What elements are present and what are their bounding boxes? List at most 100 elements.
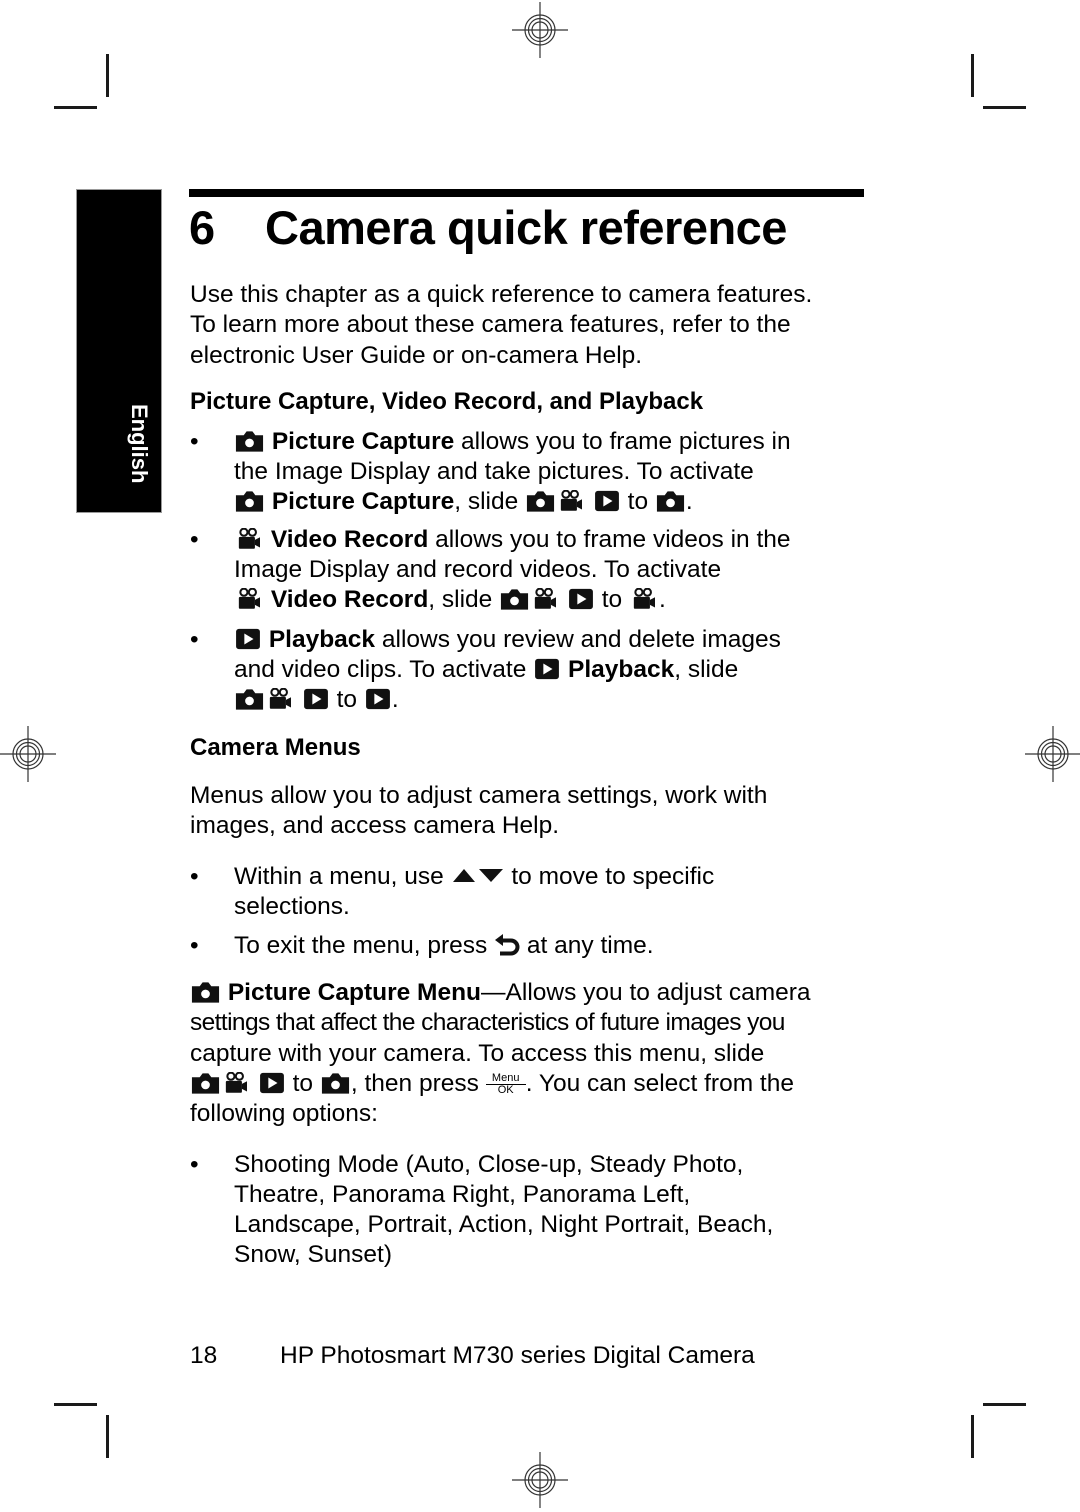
play-icon — [567, 588, 595, 610]
crop-mark — [983, 106, 1026, 109]
text: at any time. — [520, 932, 654, 959]
text: Shooting Mode (Auto, Close-up, Steady Ph… — [234, 1151, 744, 1178]
intro-paragraph: Use this chapter as a quick reference to… — [190, 280, 812, 371]
camera-icon — [525, 490, 556, 512]
camera-icon — [190, 1072, 221, 1094]
crop-mark — [54, 1403, 97, 1406]
chapter-title: 6 Camera quick reference — [189, 200, 787, 255]
text: . — [685, 488, 693, 515]
video-camera-icon — [556, 490, 586, 512]
back-arrow-icon — [494, 933, 520, 957]
text: Menus allow you to adjust camera setting… — [190, 782, 768, 809]
chapter-number: 6 — [189, 201, 215, 254]
page-number: 18 — [190, 1342, 218, 1369]
text: to move to specific — [504, 863, 715, 890]
mode-name: Picture Capture — [271, 428, 455, 455]
mode-name: Playback — [268, 626, 376, 653]
mode-name: Video Record — [270, 526, 429, 553]
footer-product: HP Photosmart M730 series Digital Camera — [280, 1342, 755, 1369]
text: to — [620, 488, 655, 515]
text: Within a menu, use — [234, 863, 451, 890]
picture-capture-menu-paragraph: Picture Capture Menu—Allows you to adjus… — [190, 978, 870, 1129]
video-camera-icon — [265, 688, 295, 710]
play-icon — [533, 658, 561, 680]
camera-icon — [499, 588, 530, 610]
text: Image Display and record videos. To acti… — [234, 556, 722, 583]
text: Landscape, Portrait, Action, Night Portr… — [234, 1211, 774, 1238]
registration-mark-icon — [512, 1452, 568, 1508]
text: images, and access camera Help. — [190, 812, 560, 840]
camera-icon — [320, 1072, 351, 1094]
language-tab-label: English — [127, 404, 152, 484]
text: To exit the menu, press — [234, 932, 495, 959]
play-icon — [302, 688, 330, 710]
intro-line: Use this chapter as a quick reference to… — [190, 281, 813, 308]
text: Theatre, Panorama Right, Panorama Left, — [234, 1181, 691, 1208]
text: , slide — [428, 586, 500, 613]
camera-icon — [234, 688, 265, 710]
text: to — [329, 686, 364, 713]
text: following options: — [190, 1100, 378, 1128]
bullet: • — [190, 1151, 199, 1178]
text: allows you review and delete images — [375, 626, 781, 653]
ok-label: OK — [497, 1083, 514, 1096]
mode-name: Video Record — [270, 586, 429, 613]
registration-mark-icon — [512, 2, 568, 58]
play-icon — [234, 628, 262, 650]
text: allows you to frame pictures in — [454, 428, 791, 455]
crop-mark — [106, 54, 109, 97]
video-camera-icon — [530, 588, 560, 610]
crop-mark — [106, 1415, 109, 1458]
text: settings that affect the characteristics… — [190, 1009, 785, 1037]
mode-name: Playback — [567, 656, 675, 683]
crop-mark — [983, 1403, 1026, 1406]
intro-line: To learn more about these camera feature… — [190, 311, 791, 339]
play-icon — [364, 688, 392, 710]
chapter-title-text: Camera quick reference — [265, 201, 787, 254]
text: —Allows you to adjust camera — [481, 979, 811, 1006]
crop-mark — [54, 106, 97, 109]
intro-line: electronic User Guide or on-camera Help. — [190, 341, 643, 369]
menu-title: Picture Capture Menu — [227, 979, 482, 1006]
play-icon — [593, 490, 621, 512]
video-camera-icon — [234, 588, 264, 610]
text: . You can select from the — [525, 1069, 794, 1097]
text: , slide — [674, 656, 739, 683]
text: Snow, Sunset) — [234, 1241, 392, 1268]
text: . — [391, 686, 399, 713]
text: allows you to frame videos in the — [428, 526, 791, 553]
bullet: • — [190, 428, 199, 455]
video-camera-icon — [234, 528, 264, 550]
bullet: • — [190, 626, 199, 653]
section-heading: Camera Menus — [190, 734, 361, 761]
crop-mark — [971, 54, 974, 97]
camera-icon — [234, 430, 265, 452]
mode-name: Picture Capture — [271, 488, 455, 515]
section-heading: Picture Capture, Video Record, and Playb… — [190, 388, 704, 415]
text: to — [594, 586, 629, 613]
registration-mark-icon — [0, 726, 56, 782]
camera-icon — [234, 490, 265, 512]
text: , slide — [454, 488, 526, 515]
up-down-arrows-icon — [451, 867, 505, 883]
video-camera-icon — [629, 588, 659, 610]
text: capture with your camera. To access this… — [190, 1039, 765, 1067]
bullet: • — [190, 932, 199, 959]
chapter-rule — [189, 189, 864, 197]
text: . — [658, 586, 666, 613]
text: the Image Display and take pictures. To … — [234, 458, 754, 485]
video-camera-icon — [221, 1072, 251, 1094]
crop-mark — [971, 1415, 974, 1458]
text: to — [285, 1069, 320, 1097]
registration-mark-icon — [1025, 726, 1080, 782]
play-icon — [258, 1072, 286, 1094]
menus-intro: Menus allow you to adjust camera setting… — [190, 781, 767, 842]
text: , then press — [350, 1069, 486, 1097]
menu-ok-button-icon: Menu OK — [485, 1072, 526, 1096]
camera-icon — [655, 490, 686, 512]
text: selections. — [234, 893, 350, 920]
text: and video clips. To activate — [234, 656, 534, 683]
bullet: • — [190, 526, 199, 553]
bullet: • — [190, 863, 199, 890]
camera-icon — [190, 981, 221, 1003]
